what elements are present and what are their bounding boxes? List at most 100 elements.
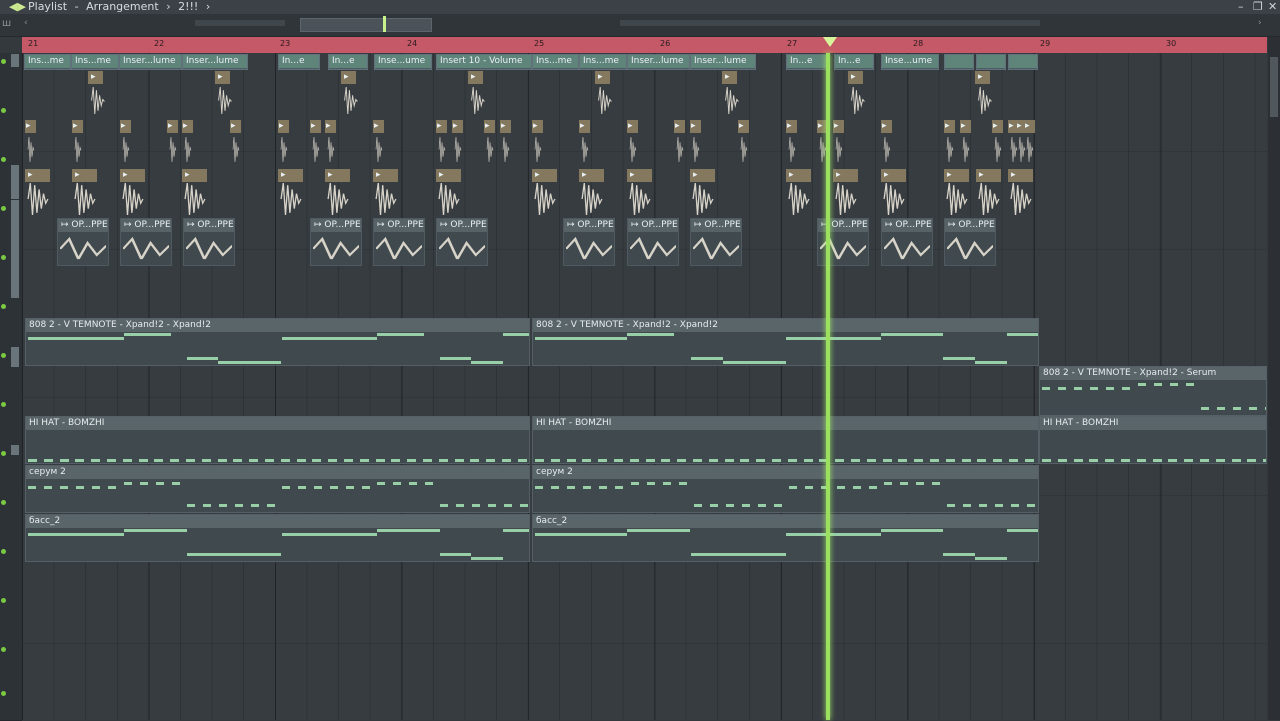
scroll-left-icon[interactable]: ‹ <box>24 18 28 28</box>
chopper-clip[interactable]: ↦ OP...PPER <box>373 218 425 266</box>
hit-clip[interactable]: ▸ <box>992 120 1006 167</box>
hit-clip[interactable]: ▸ <box>944 120 958 167</box>
chopper-clip[interactable]: ↦ OP...PPER <box>310 218 362 266</box>
arrangement-name[interactable]: 2!!! <box>178 0 198 13</box>
kick-clip[interactable]: ▸ <box>373 169 399 217</box>
mode-label[interactable]: Arrangement <box>86 0 159 13</box>
automation-clip[interactable]: Inser...lume <box>119 54 182 70</box>
chopper-clip[interactable]: ↦ OP...PPER <box>690 218 742 266</box>
hit-clip[interactable]: ▸ <box>436 120 450 167</box>
chopper-clip[interactable]: ↦ OP...PPER <box>881 218 933 266</box>
automation-clip[interactable] <box>976 54 1006 70</box>
track-header[interactable] <box>0 151 22 201</box>
hit-clip[interactable]: ▸ <box>25 120 39 167</box>
automation-clip[interactable]: Inser...lume <box>690 54 756 70</box>
hit-clip[interactable]: ▸ <box>120 120 134 167</box>
automation-clip[interactable]: Ins...me <box>579 54 627 70</box>
chopper-clip[interactable]: ↦ OP...PPER <box>563 218 615 266</box>
track-header[interactable] <box>0 102 22 152</box>
track-selector[interactable] <box>11 165 19 199</box>
track-selector[interactable] <box>11 200 19 249</box>
hit-clip[interactable]: ▸ <box>72 120 86 167</box>
audio-clip[interactable]: ▸ <box>468 71 488 118</box>
playlist-grid[interactable]: Ins...me Ins...me Inser...lume Inser...l… <box>22 53 1267 720</box>
hit-clip[interactable]: ▸ <box>833 120 847 167</box>
automation-clip[interactable]: Inse...ume <box>881 54 939 70</box>
track-led-icon[interactable] <box>1 598 6 603</box>
hit-clip[interactable]: ▸ <box>373 120 387 167</box>
track-header[interactable] <box>0 543 22 593</box>
track-led-icon[interactable] <box>1 59 6 64</box>
minimize-button[interactable]: – <box>1238 0 1244 13</box>
close-button[interactable]: ✕ <box>1268 0 1277 13</box>
pattern-clip-hihat[interactable]: HI HAT - BOMZHI <box>1039 416 1267 464</box>
kick-clip[interactable]: ▸ <box>976 169 1002 217</box>
kick-clip[interactable]: ▸ <box>278 169 304 217</box>
snap-icon[interactable]: ш <box>2 18 11 29</box>
kick-clip[interactable]: ▸ <box>182 169 208 217</box>
kick-clip[interactable]: ▸ <box>833 169 859 217</box>
kick-clip[interactable]: ▸ <box>1008 169 1034 217</box>
audio-clip[interactable]: ▸ <box>722 71 742 118</box>
playhead-marker-icon[interactable] <box>823 37 837 47</box>
chopper-clip[interactable]: ↦ OP...PPER <box>183 218 235 266</box>
hit-clip[interactable]: ▸ <box>1024 120 1038 167</box>
automation-clip[interactable]: Ins...me <box>24 54 71 70</box>
hit-clip[interactable]: ▸ <box>674 120 688 167</box>
track-led-icon[interactable] <box>1 451 6 456</box>
hit-clip[interactable]: ▸ <box>452 120 466 167</box>
kick-clip[interactable]: ▸ <box>690 169 716 217</box>
pattern-clip-808[interactable]: 808 2 - V TEMNOTE - Xpand!2 - Xpand!2 <box>25 318 530 366</box>
chopper-clip[interactable]: ↦ OP...PPER <box>120 218 172 266</box>
track-led-icon[interactable] <box>1 157 6 162</box>
track-led-icon[interactable] <box>1 549 6 554</box>
hit-clip[interactable]: ▸ <box>310 120 324 167</box>
track-led-icon[interactable] <box>1 647 6 652</box>
pattern-clip-808-serum[interactable]: 808 2 - V TEMNOTE - Xpand!2 - Serum <box>1039 366 1267 416</box>
track-led-icon[interactable] <box>1 402 6 407</box>
track-header[interactable] <box>0 445 22 495</box>
hit-clip[interactable]: ▸ <box>278 120 292 167</box>
restore-button[interactable]: ❐ <box>1253 0 1263 13</box>
scroll-right-icon[interactable]: › <box>1258 18 1262 28</box>
hit-clip[interactable]: ▸ <box>881 120 895 167</box>
hit-clip[interactable]: ▸ <box>167 120 181 167</box>
track-header[interactable] <box>0 494 22 544</box>
kick-clip[interactable]: ▸ <box>436 169 462 217</box>
pattern-clip-hihat[interactable]: HI HAT - BOMZHI <box>25 416 530 464</box>
scroll-thumb[interactable] <box>300 18 432 32</box>
kick-clip[interactable]: ▸ <box>944 169 970 217</box>
kick-clip[interactable]: ▸ <box>532 169 558 217</box>
vertical-scroll-thumb[interactable] <box>1270 57 1278 117</box>
audio-clip[interactable]: ▸ <box>215 71 235 118</box>
track-header[interactable] <box>0 298 22 348</box>
audio-clip[interactable]: ▸ <box>341 71 361 118</box>
automation-clip[interactable]: Ins...me <box>532 54 579 70</box>
hit-clip[interactable]: ▸ <box>484 120 498 167</box>
track-selector[interactable] <box>11 249 19 298</box>
hit-clip[interactable]: ▸ <box>627 120 641 167</box>
kick-clip[interactable]: ▸ <box>25 169 51 217</box>
track-header[interactable] <box>0 592 22 642</box>
automation-clip[interactable]: Inse...ume <box>374 54 432 70</box>
automation-clip[interactable]: In...e <box>834 54 874 70</box>
pattern-clip-serum2[interactable]: серум 2 <box>532 465 1039 513</box>
vertical-scrollbar[interactable] <box>1268 37 1280 720</box>
kick-clip[interactable]: ▸ <box>579 169 605 217</box>
audio-clip[interactable]: ▸ <box>595 71 615 118</box>
automation-clip[interactable] <box>944 54 974 70</box>
kick-clip[interactable]: ▸ <box>881 169 907 217</box>
track-header[interactable] <box>0 396 22 446</box>
hit-clip[interactable]: ▸ <box>579 120 593 167</box>
hit-clip[interactable]: ▸ <box>182 120 196 167</box>
kick-clip[interactable]: ▸ <box>627 169 653 217</box>
chopper-clip[interactable]: ↦ OP...PPER <box>627 218 679 266</box>
hit-clip[interactable]: ▸ <box>230 120 244 167</box>
track-led-icon[interactable] <box>1 304 6 309</box>
hit-clip[interactable]: ▸ <box>786 120 800 167</box>
automation-clip[interactable]: Inser...lume <box>182 54 248 70</box>
hit-clip[interactable]: ▸ <box>738 120 752 167</box>
pattern-clip-bass2[interactable]: басс_2 <box>532 514 1039 562</box>
hit-clip[interactable]: ▸ <box>690 120 704 167</box>
kick-clip[interactable]: ▸ <box>325 169 351 217</box>
